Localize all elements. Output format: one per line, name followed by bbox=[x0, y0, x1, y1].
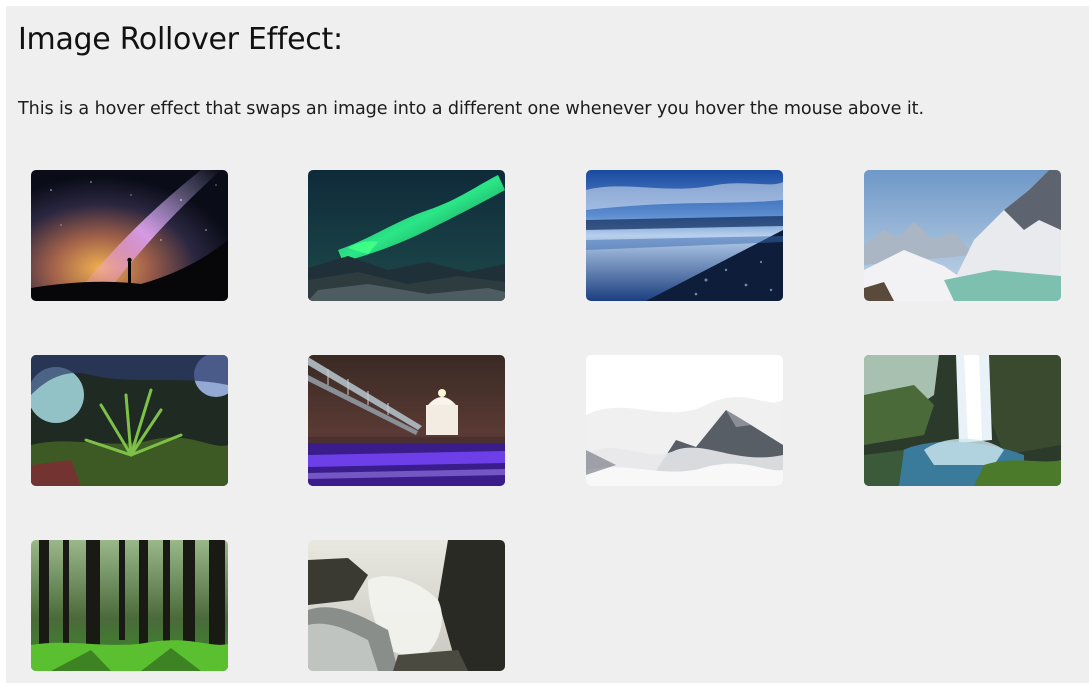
misty-peaks-photo bbox=[586, 355, 783, 486]
forest-photo bbox=[31, 540, 228, 671]
gallery-image-canyon-mist[interactable] bbox=[308, 540, 505, 671]
page-container: Image Rollover Effect: This is a hover e… bbox=[6, 6, 1089, 683]
canyon-mist-photo bbox=[308, 540, 505, 671]
waterfall-photo bbox=[864, 355, 1061, 486]
coastline-photo bbox=[586, 170, 783, 301]
bridge-photo bbox=[308, 355, 505, 486]
gallery-image-waterfall[interactable] bbox=[864, 355, 1061, 486]
fern-photo bbox=[31, 355, 228, 486]
gallery-image-milky-way[interactable] bbox=[31, 170, 228, 301]
gallery-image-glacier[interactable] bbox=[864, 170, 1061, 301]
page-description: This is a hover effect that swaps an ima… bbox=[18, 99, 924, 119]
gallery-image-coastline[interactable] bbox=[586, 170, 783, 301]
gallery-image-aurora[interactable] bbox=[308, 170, 505, 301]
gallery-image-misty-peaks[interactable] bbox=[586, 355, 783, 486]
glacier-photo bbox=[864, 170, 1061, 301]
gallery-image-bridge[interactable] bbox=[308, 355, 505, 486]
gallery-image-fern[interactable] bbox=[31, 355, 228, 486]
page-title: Image Rollover Effect: bbox=[18, 22, 343, 57]
aurora-photo bbox=[308, 170, 505, 301]
gallery-image-forest[interactable] bbox=[31, 540, 228, 671]
milky-way-photo bbox=[31, 170, 228, 301]
